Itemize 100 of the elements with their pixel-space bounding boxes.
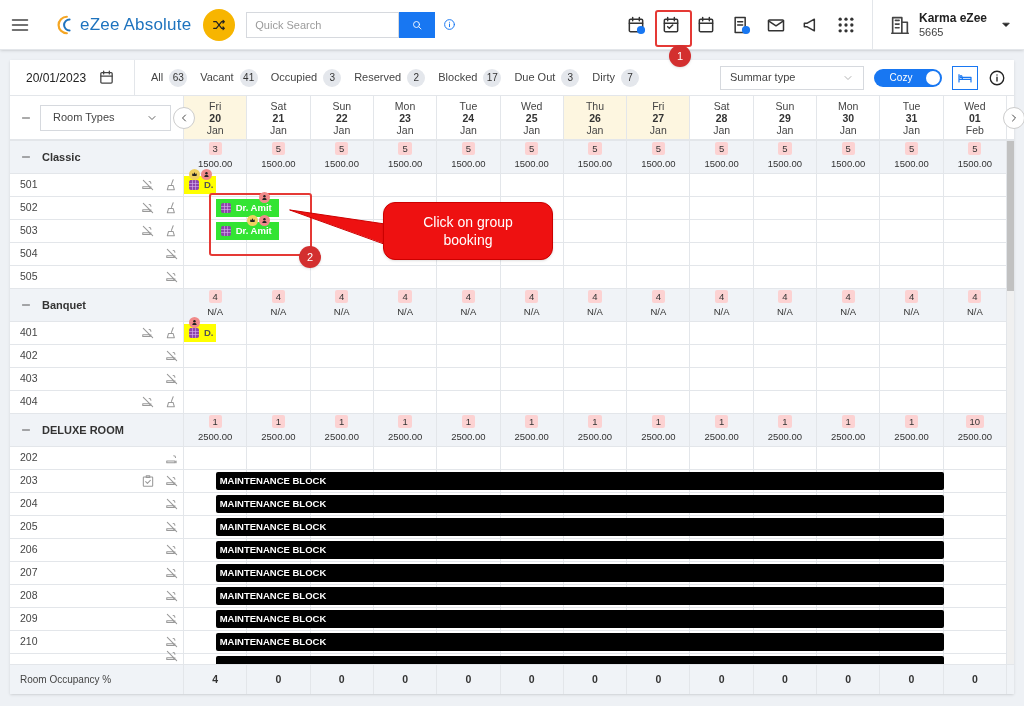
availability-badge: 1: [525, 415, 539, 429]
availability-badge: 4: [271, 290, 286, 304]
maintenance-block-bar[interactable]: MAINTENANCE BLOCK: [215, 610, 944, 628]
date-header[interactable]: Fri 27 Jan: [627, 96, 691, 139]
availability-badge: 1: [398, 415, 412, 429]
availability-badge: 5: [651, 142, 665, 156]
maintenance-block-bar[interactable]: MAINTENANCE BLOCK: [215, 564, 944, 582]
info-icon[interactable]: [988, 68, 1006, 87]
invoice-icon[interactable]: [731, 14, 751, 35]
calendar-add-icon[interactable]: [626, 14, 646, 35]
rate-text: 2500.00: [197, 430, 233, 445]
rate-text: 1500.00: [704, 157, 739, 172]
rate-text: 2500.00: [767, 430, 803, 445]
rate-text: 1500.00: [451, 157, 486, 172]
filter-tab[interactable]: Due Out 3: [514, 68, 580, 87]
search-field[interactable]: Quick Search: [246, 11, 400, 38]
date-header[interactable]: Thu 26 Jan: [563, 96, 628, 139]
occupancy-value: 0: [753, 665, 818, 694]
filter-tab[interactable]: Occupied 3: [270, 68, 342, 87]
occupancy-value: 0: [437, 665, 501, 694]
availability-badge: 5: [335, 142, 349, 156]
account-name: Karma eZee: [919, 10, 988, 25]
occupancy-value: 0: [310, 665, 374, 694]
rate-text: N/A: [587, 305, 603, 320]
account-menu[interactable]: Karma eZee 5665: [872, 0, 1024, 50]
count-badge: 2: [407, 68, 426, 87]
occupancy-value: 0: [880, 665, 944, 694]
rate-text: 2500.00: [451, 430, 486, 445]
rate-text: N/A: [270, 305, 287, 320]
room-number: 505: [20, 269, 38, 285]
maintenance-block-bar[interactable]: MAINTENANCE BLOCK: [215, 633, 944, 651]
maintenance-block-bar[interactable]: MAINTENANCE BLOCK: [215, 472, 944, 490]
date-header[interactable]: Fri 20 Jan: [184, 96, 248, 139]
availability-badge: 4: [904, 290, 919, 304]
count-badge: 41: [239, 68, 258, 87]
availability-badge: 5: [588, 142, 602, 156]
room-type-name: Banquet: [42, 297, 86, 313]
room-number: 207: [20, 565, 38, 581]
occupancy-value: 0: [690, 665, 754, 694]
filter-tab[interactable]: All 63: [151, 68, 188, 87]
rate-text: 1500.00: [261, 157, 296, 172]
rate-text: 1500.00: [387, 157, 423, 172]
scrollbar[interactable]: [1007, 141, 1014, 664]
app-name: eZee Absolute: [80, 13, 192, 36]
filter-tab[interactable]: Reserved 2: [354, 68, 426, 87]
reservation-bar[interactable]: D.: [184, 324, 216, 342]
calendar-grid-icon: [188, 327, 200, 339]
count-badge: 63: [169, 68, 188, 87]
room-number: 502: [20, 200, 38, 216]
view-toggle[interactable]: Cozy: [874, 68, 942, 87]
availability-badge: 1: [271, 415, 286, 429]
search-button[interactable]: [399, 11, 436, 38]
rate-text: 1500.00: [894, 157, 929, 172]
availability-badge: 4: [398, 290, 412, 304]
filter-tab[interactable]: Blocked 17: [438, 68, 502, 87]
previous-button[interactable]: [173, 107, 195, 129]
room-type-name: Classic: [42, 149, 81, 165]
maintenance-block-bar[interactable]: MAINTENANCE BLOCK: [215, 495, 944, 513]
occupancy-value: 0: [247, 665, 311, 694]
rate-text: 2500.00: [324, 430, 359, 445]
rate-text: 2500.00: [641, 430, 676, 445]
room-types-select[interactable]: Room Types: [40, 104, 171, 131]
availability-badge: 4: [208, 290, 222, 304]
maintenance-block-bar[interactable]: MAINTENANCE BLOCK: [215, 587, 944, 605]
availability-badge: 5: [271, 142, 286, 156]
filter-tab[interactable]: Dirty 7: [592, 68, 639, 87]
availability-badge: 1: [461, 415, 475, 429]
rate-text: 2500.00: [261, 430, 296, 445]
room-number: 210: [20, 634, 38, 650]
count-badge: 7: [620, 68, 639, 87]
rate-text: N/A: [207, 305, 224, 320]
availability-badge: 1: [588, 415, 602, 429]
room-number: 503: [20, 223, 38, 239]
shuffle-button[interactable]: [203, 8, 236, 41]
filter-tab[interactable]: Vacant 41: [200, 68, 258, 87]
calendar-check-icon[interactable]: [661, 14, 681, 35]
rate-text: N/A: [713, 305, 730, 320]
count-badge: 17: [483, 68, 502, 87]
rate-text: 1500.00: [641, 157, 676, 172]
availability-badge: 5: [461, 142, 475, 156]
count-badge: 3: [323, 68, 342, 87]
rate-text: 1500.00: [324, 157, 359, 172]
availability-badge: 4: [841, 290, 855, 304]
availability-badge: 1: [841, 415, 855, 429]
maintenance-block-bar[interactable]: MAINTENANCE BLOCK: [215, 518, 944, 536]
room-number: 206: [20, 542, 38, 558]
calendar-icon[interactable]: [696, 14, 716, 35]
maintenance-block-bar[interactable]: MAINTENANCE BLOCK: [215, 541, 944, 559]
calendar-icon[interactable]: [98, 69, 116, 86]
occupancy-value: 0: [500, 665, 564, 694]
room-number: 208: [20, 588, 38, 604]
bed-button[interactable]: [952, 65, 978, 90]
occupancy-value: 0: [373, 665, 438, 694]
room-number: 202: [20, 450, 38, 466]
summary-type-select[interactable]: Summar type: [720, 65, 864, 90]
availability-badge: 5: [841, 142, 855, 156]
occupancy-value: 0: [563, 665, 628, 694]
rate-text: N/A: [523, 305, 540, 320]
availability-badge: 1: [778, 415, 792, 429]
availability-badge: 4: [651, 290, 665, 304]
